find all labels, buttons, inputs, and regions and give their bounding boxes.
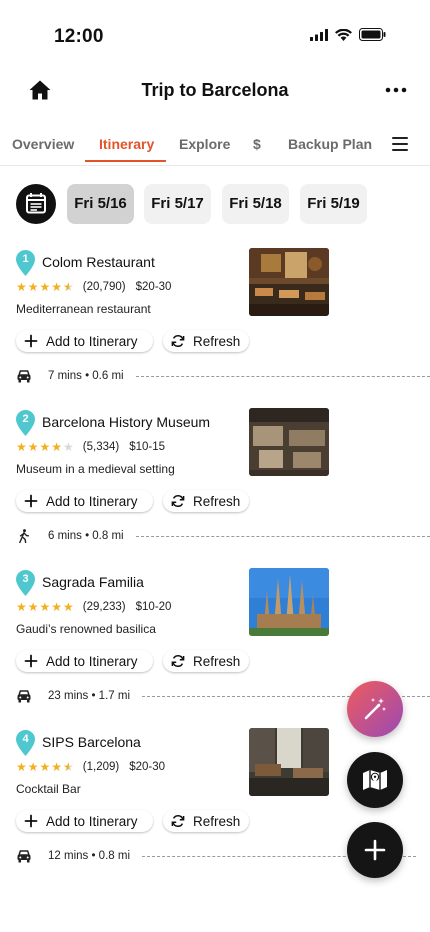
more-icon[interactable]: [384, 80, 408, 100]
tab-itinerary[interactable]: Itinerary: [99, 136, 154, 152]
place-description: Cocktail Bar: [16, 782, 81, 796]
place-description: Museum in a medieval setting: [16, 462, 175, 476]
place-number: 3: [22, 573, 29, 585]
place-number: 2: [22, 413, 29, 425]
place-description: Mediterranean restaurant: [16, 302, 151, 316]
calendar-button[interactable]: [16, 184, 56, 224]
star-rating: ★★★★★: [16, 440, 75, 454]
add-to-itinerary-button[interactable]: Add to Itinerary: [16, 330, 153, 352]
walking-icon: [19, 529, 30, 543]
price-range: $20-30: [135, 281, 172, 293]
plus-icon: [24, 654, 38, 668]
review-count: (1,209): [82, 761, 120, 773]
refresh-label: Refresh: [193, 493, 241, 509]
car-icon: [17, 850, 31, 863]
refresh-icon: [171, 334, 185, 348]
place-rating: ★★★★★ (5,334) $10-15: [16, 440, 165, 454]
refresh-icon: [171, 494, 185, 508]
star-rating: ★★★★★: [16, 600, 75, 614]
add-to-itinerary-button[interactable]: Add to Itinerary: [16, 810, 153, 832]
menu-icon[interactable]: [392, 137, 408, 151]
place-number: 4: [22, 733, 29, 745]
date-pill-2[interactable]: Fri 5/17: [144, 184, 211, 224]
plus-icon: [24, 334, 38, 348]
place-photo[interactable]: [249, 248, 329, 316]
active-tab-indicator: [85, 160, 166, 162]
travel-time: 23 mins • 1.7 mi: [48, 690, 130, 702]
place-name[interactable]: Barcelona History Museum: [42, 414, 210, 430]
place-photo[interactable]: [249, 408, 329, 476]
place-rating: ★★★★★ (20,790) $20-30: [16, 280, 171, 294]
tab-overview[interactable]: Overview: [12, 136, 74, 152]
travel-time: 6 mins • 0.8 mi: [48, 530, 124, 542]
place-name[interactable]: Sagrada Familia: [42, 574, 144, 590]
tab-budget[interactable]: $: [253, 136, 261, 152]
refresh-icon: [171, 654, 185, 668]
add-to-itinerary-label: Add to Itinerary: [46, 813, 138, 829]
place-name[interactable]: SIPS Barcelona: [42, 734, 141, 750]
travel-time: 12 mins • 0.8 mi: [48, 850, 130, 862]
ai-suggest-button[interactable]: [347, 681, 403, 737]
car-icon: [17, 690, 31, 703]
place-description: Gaudi’s renowned basilica: [16, 622, 156, 636]
refresh-label: Refresh: [193, 653, 241, 669]
map-icon: [363, 770, 387, 790]
status-icons: [310, 28, 386, 41]
place-rating: ★★★★★ (1,209) $20-30: [16, 760, 165, 774]
magic-wand-icon: [364, 698, 386, 720]
refresh-button[interactable]: Refresh: [163, 810, 249, 832]
tab-backup-plan[interactable]: Backup Plan: [288, 136, 372, 152]
status-time: 12:00: [54, 26, 104, 47]
plus-icon: [364, 839, 386, 861]
review-count: (29,233): [82, 601, 126, 613]
travel-info: 6 mins • 0.8 mi: [16, 528, 430, 544]
refresh-button[interactable]: Refresh: [163, 330, 249, 352]
wifi-icon: [335, 28, 352, 41]
travel-info: 7 mins • 0.6 mi: [16, 368, 430, 384]
status-bar: 12:00: [0, 0, 430, 70]
refresh-label: Refresh: [193, 813, 241, 829]
date-pill-3[interactable]: Fri 5/18: [222, 184, 289, 224]
refresh-button[interactable]: Refresh: [163, 650, 249, 672]
place-number: 1: [22, 253, 29, 265]
page-title: Trip to Barcelona: [141, 80, 289, 100]
add-to-itinerary-label: Add to Itinerary: [46, 493, 138, 509]
map-view-button[interactable]: [347, 752, 403, 808]
refresh-button[interactable]: Refresh: [163, 490, 249, 512]
add-to-itinerary-label: Add to Itinerary: [46, 653, 138, 669]
review-count: (20,790): [82, 281, 126, 293]
price-range: $20-30: [129, 761, 166, 773]
add-place-button[interactable]: [347, 822, 403, 878]
add-to-itinerary-label: Add to Itinerary: [46, 333, 138, 349]
travel-time: 7 mins • 0.6 mi: [48, 370, 124, 382]
refresh-label: Refresh: [193, 333, 241, 349]
place-rating: ★★★★★ (29,233) $10-20: [16, 600, 171, 614]
star-rating: ★★★★★: [16, 760, 75, 774]
route-divider: [135, 375, 430, 377]
price-range: $10-20: [135, 601, 172, 613]
app-header: Trip to Barcelona: [0, 72, 430, 112]
place-card: 1 Colom Restaurant ★★★★★ (20,790) $20-30…: [0, 248, 430, 408]
signal-icon: [310, 28, 328, 41]
place-photo[interactable]: [249, 568, 329, 636]
tab-explore[interactable]: Explore: [179, 136, 230, 152]
star-rating: ★★★★★: [16, 280, 75, 294]
place-card: 2 Barcelona History Museum ★★★★★ (5,334)…: [0, 408, 430, 568]
date-pill-1[interactable]: Fri 5/16: [67, 184, 134, 224]
refresh-icon: [171, 814, 185, 828]
plus-icon: [24, 814, 38, 828]
date-pill-4[interactable]: Fri 5/19: [300, 184, 367, 224]
route-divider: [135, 535, 430, 537]
place-photo[interactable]: [249, 728, 329, 796]
place-name[interactable]: Colom Restaurant: [42, 254, 155, 270]
plus-icon: [24, 494, 38, 508]
price-range: $10-15: [129, 441, 166, 453]
tab-bar: Overview Itinerary Explore $ Backup Plan: [0, 130, 430, 166]
review-count: (5,334): [82, 441, 120, 453]
add-to-itinerary-button[interactable]: Add to Itinerary: [16, 490, 153, 512]
calendar-icon: [26, 193, 46, 214]
battery-icon: [359, 28, 386, 41]
car-icon: [17, 370, 31, 383]
add-to-itinerary-button[interactable]: Add to Itinerary: [16, 650, 153, 672]
